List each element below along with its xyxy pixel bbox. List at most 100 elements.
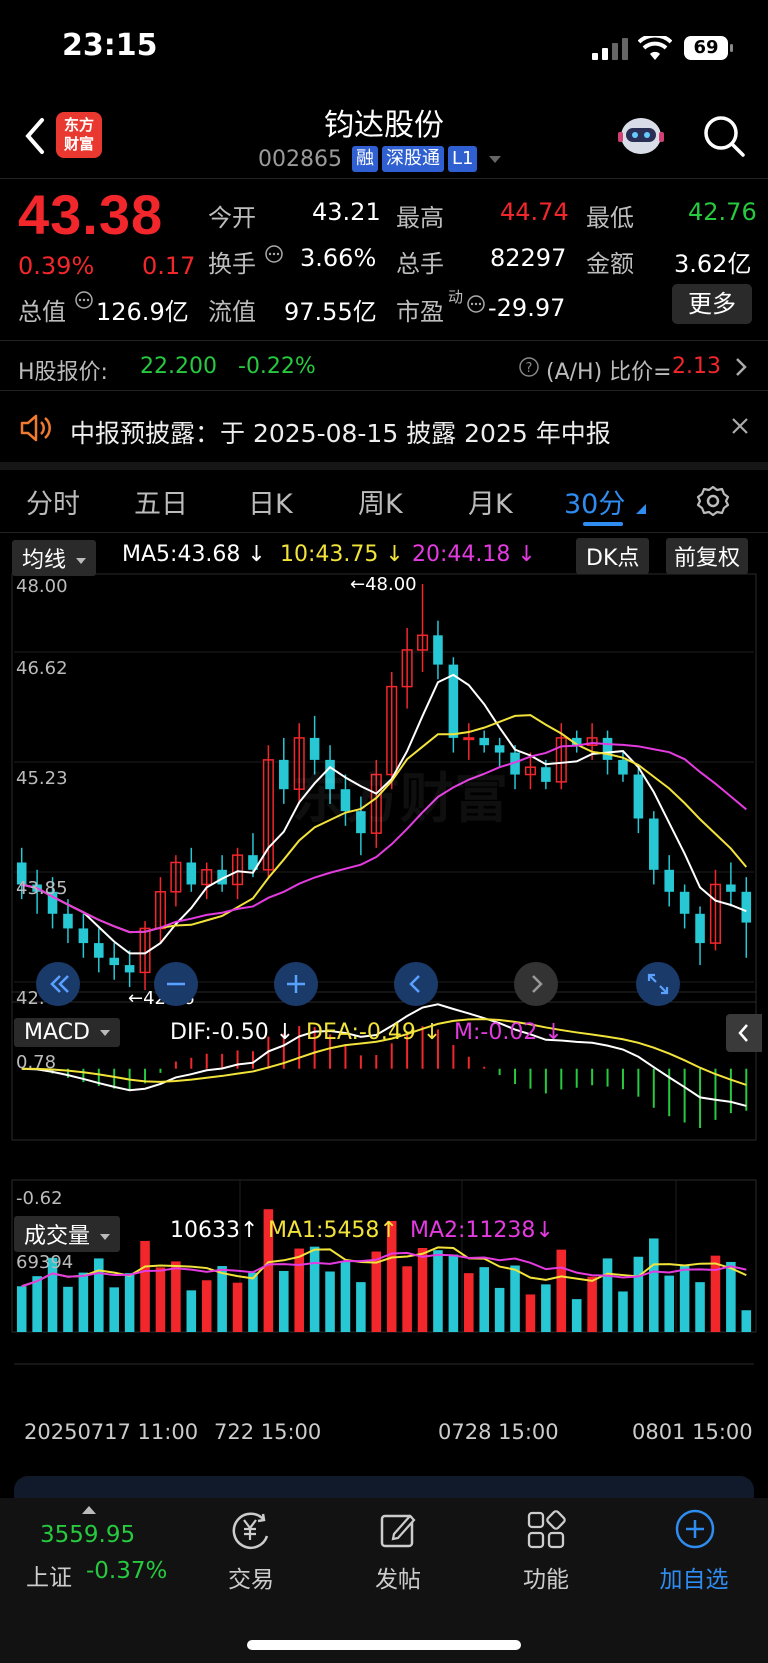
m-value: M:-0.02 (454, 1020, 538, 1045)
index-change[interactable]: -0.37% (86, 1558, 167, 1584)
nav-add-watchlist[interactable]: 加自选 (634, 1560, 754, 1594)
nav-trade[interactable]: 交易 (191, 1560, 311, 1594)
scroll-right-button[interactable] (514, 962, 558, 1006)
candle-body (279, 759, 289, 790)
high-label: 最高 (396, 204, 444, 232)
hshare-label: H股报价: (18, 360, 108, 385)
volume-bar (78, 1272, 89, 1332)
search-icon[interactable] (700, 112, 748, 160)
dea-arrow: ↓ (422, 1020, 442, 1045)
volume-bar (417, 1247, 428, 1332)
volume-bar (232, 1282, 243, 1332)
tag-connect: 深股通 (381, 146, 444, 172)
vol-y-top: 69394 (16, 1252, 74, 1273)
double-chevron-left-icon (50, 975, 69, 993)
x-label-2: 722 15:00 (214, 1420, 322, 1444)
chevron-right-icon (532, 975, 543, 993)
ah-ratio-label[interactable]: (A/H) 比价= (546, 354, 672, 386)
tab-intraday[interactable]: 分时 (26, 482, 80, 521)
dea-value: DEA:-0.49 (306, 1020, 416, 1045)
expand-icon (647, 973, 669, 995)
volume-bar (510, 1265, 520, 1332)
nav-functions[interactable]: 功能 (486, 1560, 606, 1594)
pe-sup: 动 (448, 288, 464, 306)
volume-bar (340, 1261, 351, 1332)
pe-value: -29.97 (488, 294, 566, 322)
low-value: 42.76 (688, 198, 757, 226)
volume-bar (633, 1256, 644, 1332)
turnover-label: 换手 (208, 250, 256, 278)
index-name[interactable]: 上证 (26, 1558, 72, 1592)
volume-label: 总手 (396, 250, 444, 278)
minus-icon (167, 982, 185, 986)
candle-body (63, 913, 73, 929)
candle-body (494, 745, 505, 753)
y-label-4: 43.85 (16, 878, 68, 899)
tab-daily-k[interactable]: 日K (248, 482, 293, 521)
volume-bar (294, 1248, 304, 1332)
scroll-far-left-button[interactable] (36, 962, 80, 1006)
candle-body (695, 913, 705, 944)
x-label-1: 20250717 11:00 (24, 1420, 199, 1444)
zoom-in-button[interactable] (274, 962, 318, 1006)
chevron-right-icon[interactable] (734, 356, 748, 378)
volume-bar (32, 1276, 42, 1332)
turnover-value: 3.66% (300, 244, 377, 272)
close-icon[interactable] (728, 414, 752, 438)
volume-bar (140, 1240, 150, 1332)
volume-bar (479, 1267, 489, 1332)
macd-select[interactable]: MACD (14, 1018, 120, 1047)
volume-bar (649, 1238, 659, 1332)
volume-bar (602, 1258, 613, 1332)
dif-value: DIF:-0.50 (170, 1020, 269, 1045)
volume-bar (248, 1272, 258, 1332)
info-icon[interactable] (264, 244, 284, 264)
collapse-panel-button[interactable] (726, 1014, 762, 1052)
tab-monthly-k[interactable]: 月K (468, 482, 513, 521)
amount-value: 3.62亿 (674, 250, 752, 278)
help-icon[interactable]: ? (518, 356, 540, 378)
add-watchlist-icon[interactable] (674, 1508, 716, 1550)
functions-grid-icon[interactable] (526, 1510, 566, 1550)
volume-bar (356, 1282, 366, 1332)
candle-body (602, 737, 613, 760)
volume-bar (155, 1267, 166, 1332)
candle-body (741, 891, 752, 923)
x-label-3: 0728 15:00 (438, 1420, 559, 1444)
scroll-left-button[interactable] (394, 962, 438, 1006)
home-indicator (247, 1640, 521, 1650)
caret-up-icon (82, 1506, 96, 1514)
nav-post[interactable]: 发帖 (338, 1560, 458, 1594)
vol-readout: 10633↑ (170, 1218, 258, 1243)
candle-body (726, 884, 736, 892)
volume-bar (618, 1291, 628, 1332)
index-value[interactable]: 3559.95 (40, 1522, 135, 1548)
stock-code-line[interactable]: 002865 融 深股通 L1 (258, 146, 502, 172)
candle-body (94, 943, 104, 958)
volume-bar (448, 1254, 459, 1332)
info-icon[interactable] (74, 290, 94, 310)
volume-select[interactable]: 成交量 (14, 1216, 121, 1252)
tab-five-day[interactable]: 五日 (134, 482, 188, 521)
post-edit-icon[interactable] (378, 1510, 418, 1550)
m-arrow: ↓ (544, 1020, 563, 1045)
info-icon[interactable] (466, 294, 486, 314)
assistant-robot-icon[interactable] (616, 114, 666, 158)
volume-bar (402, 1266, 412, 1332)
more-button[interactable]: 更多 (672, 284, 752, 324)
fullscreen-button[interactable] (636, 962, 680, 1006)
float-label: 流值 (208, 298, 256, 326)
volume-bar (587, 1276, 597, 1332)
tab-30min[interactable]: 30分 (564, 482, 625, 521)
open-value: 43.21 (312, 198, 381, 226)
candle-body (124, 965, 135, 973)
chevron-left-icon (409, 975, 420, 993)
zoom-out-button[interactable] (154, 962, 198, 1006)
settings-gear-icon[interactable] (696, 484, 730, 518)
trade-yen-icon[interactable] (228, 1508, 274, 1552)
notice-text[interactable]: 中报预披露：于 2025-08-15 披露 2025 年中报 (70, 414, 611, 450)
candle-body (463, 737, 475, 741)
volume-bar (325, 1271, 335, 1332)
vol-ma2-arrow: ↓ (535, 1218, 554, 1243)
tab-weekly-k[interactable]: 周K (358, 482, 403, 521)
